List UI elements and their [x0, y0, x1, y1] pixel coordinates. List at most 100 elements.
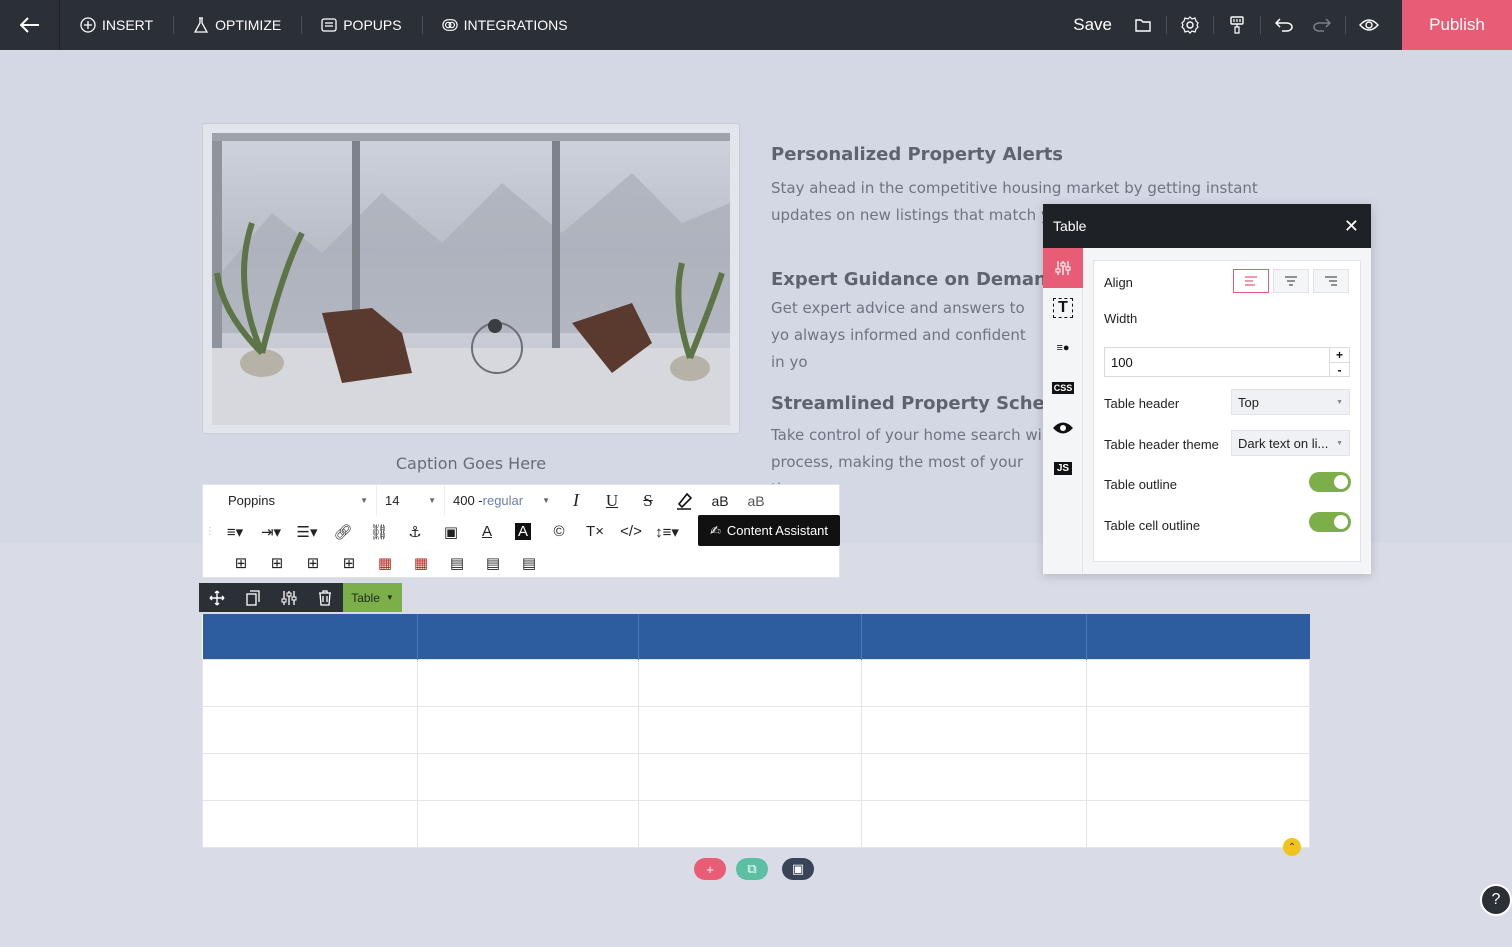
table-cell[interactable]: [1086, 705, 1310, 754]
font-size-select[interactable]: 14 ▼: [377, 485, 445, 516]
line-height-icon[interactable]: ↕≡▾: [649, 516, 685, 547]
popups-menu[interactable]: POPUPS: [301, 0, 421, 50]
settings-sliders-icon[interactable]: [271, 583, 307, 612]
font-weight-select[interactable]: 400 -regular ▼: [445, 485, 558, 516]
table-cell[interactable]: [202, 752, 418, 801]
image-icon[interactable]: ▣: [433, 516, 469, 547]
trash-icon[interactable]: [307, 583, 343, 612]
optimize-menu[interactable]: OPTIMIZE: [173, 0, 301, 50]
table-cell[interactable]: [416, 658, 639, 707]
feature-title[interactable]: Personalized Property Alerts: [771, 144, 1063, 165]
duplicate-icon[interactable]: [235, 583, 271, 612]
javascript-icon[interactable]: JS: [1043, 448, 1083, 488]
table-settings-icon[interactable]: ▤: [439, 547, 475, 578]
width-input[interactable]: 100 + -: [1104, 347, 1350, 377]
underline-icon[interactable]: U: [594, 485, 630, 516]
resize-chevron-icon[interactable]: ⌃: [1283, 838, 1301, 856]
close-icon[interactable]: ✕: [1344, 216, 1359, 237]
table-header-cell[interactable]: [1086, 614, 1310, 659]
code-icon[interactable]: </>: [613, 516, 649, 547]
table-cell[interactable]: [637, 752, 863, 801]
table-cell[interactable]: [416, 752, 639, 801]
table-cell[interactable]: [861, 658, 1088, 707]
drag-handle-icon[interactable]: ⋮: [203, 516, 217, 547]
align-center-button[interactable]: [1273, 269, 1309, 293]
table-cell[interactable]: [861, 799, 1088, 848]
row-settings-icon[interactable]: ▤: [475, 547, 511, 578]
table-cell-outline-toggle[interactable]: [1309, 512, 1351, 532]
delete-column-icon[interactable]: ▦: [403, 547, 439, 578]
table-header-select[interactable]: Top ▼: [1231, 389, 1350, 415]
publish-button[interactable]: Publish: [1402, 0, 1512, 50]
table-cell[interactable]: [861, 752, 1088, 801]
duplicate-section-button[interactable]: ⧉: [736, 858, 768, 880]
feature-title[interactable]: Expert Guidance on Demand: [771, 269, 1060, 290]
anchor-icon[interactable]: ⚓︎: [397, 516, 433, 547]
typography-icon[interactable]: T: [1043, 288, 1083, 328]
increment-button[interactable]: +: [1330, 348, 1349, 362]
gear-icon[interactable]: [1171, 0, 1209, 50]
background-color-icon[interactable]: A: [505, 516, 541, 547]
list-icon[interactable]: ☰▾: [289, 516, 325, 547]
paint-roller-icon[interactable]: [1218, 0, 1256, 50]
strikethrough-icon[interactable]: S: [630, 485, 666, 516]
align-left-button[interactable]: [1233, 269, 1269, 293]
table-cell[interactable]: [637, 799, 863, 848]
folder-icon[interactable]: [1124, 0, 1162, 50]
table-header-cell[interactable]: [417, 614, 639, 659]
table-cell[interactable]: [637, 658, 863, 707]
align-left-icon[interactable]: ≡▾: [217, 516, 253, 547]
decrement-button[interactable]: -: [1330, 362, 1349, 377]
table-cell[interactable]: [637, 705, 863, 754]
table-cell[interactable]: [1086, 799, 1310, 848]
move-icon[interactable]: [199, 583, 235, 612]
copyright-icon[interactable]: ©: [541, 516, 577, 547]
unlink-icon[interactable]: ⛓︎: [361, 516, 397, 547]
insert-column-right-icon[interactable]: ⊞: [331, 547, 367, 578]
image-block[interactable]: [202, 123, 740, 434]
preview-eye-icon[interactable]: [1350, 0, 1388, 50]
text-color-icon[interactable]: A: [469, 516, 505, 547]
font-family-select[interactable]: Poppins ▼: [220, 485, 377, 516]
motion-icon[interactable]: ≡●: [1043, 328, 1083, 368]
visibility-eye-icon[interactable]: [1043, 408, 1083, 448]
table-cell[interactable]: [416, 705, 639, 754]
table-header-cell[interactable]: [861, 614, 1088, 659]
save-button[interactable]: Save: [1061, 15, 1124, 35]
spellcheck-icon[interactable]: aB: [702, 485, 738, 516]
table-cell[interactable]: [202, 658, 418, 707]
width-stepper[interactable]: + -: [1329, 348, 1349, 377]
table-header-theme-select[interactable]: Dark text on li... ▼: [1231, 430, 1350, 456]
delete-row-icon[interactable]: ▦: [367, 547, 403, 578]
cell-settings-icon[interactable]: ▤: [511, 547, 547, 578]
insert-row-below-icon[interactable]: ⊞: [259, 547, 295, 578]
link-icon[interactable]: 🔗︎: [325, 516, 361, 547]
table-cell[interactable]: [416, 799, 639, 848]
image-caption[interactable]: Caption Goes Here: [202, 454, 740, 473]
feature-text[interactable]: Get expert advice and answers to yo alwa…: [771, 295, 1043, 376]
add-section-button[interactable]: +: [694, 858, 726, 880]
highlighter-icon[interactable]: [666, 485, 702, 516]
clear-format-icon[interactable]: T×: [577, 516, 613, 547]
indent-icon[interactable]: ⇥▾: [253, 516, 289, 547]
help-question-icon[interactable]: ?: [1480, 884, 1512, 916]
insert-row-above-icon[interactable]: ⊞: [223, 547, 259, 578]
integrations-menu[interactable]: INTEGRATIONS: [421, 0, 588, 50]
redo-icon[interactable]: [1303, 0, 1341, 50]
table-outline-toggle[interactable]: [1309, 472, 1351, 492]
data-table[interactable]: [202, 614, 1310, 848]
settings-sliders-icon[interactable]: [1043, 248, 1083, 288]
back-arrow-icon[interactable]: [0, 0, 60, 50]
feature-title[interactable]: Streamlined Property Schedu: [771, 393, 1070, 414]
table-cell[interactable]: [1086, 752, 1310, 801]
table-header-cell[interactable]: [638, 614, 863, 659]
undo-icon[interactable]: [1265, 0, 1303, 50]
table-cell[interactable]: [1086, 658, 1310, 707]
table-cell[interactable]: [202, 705, 418, 754]
italic-icon[interactable]: I: [558, 485, 594, 516]
spellcheck-off-icon[interactable]: aB: [738, 485, 774, 516]
save-section-button[interactable]: ▣: [782, 858, 814, 880]
css-icon[interactable]: CSS: [1043, 368, 1083, 408]
insert-column-left-icon[interactable]: ⊞: [295, 547, 331, 578]
table-cell[interactable]: [861, 705, 1088, 754]
